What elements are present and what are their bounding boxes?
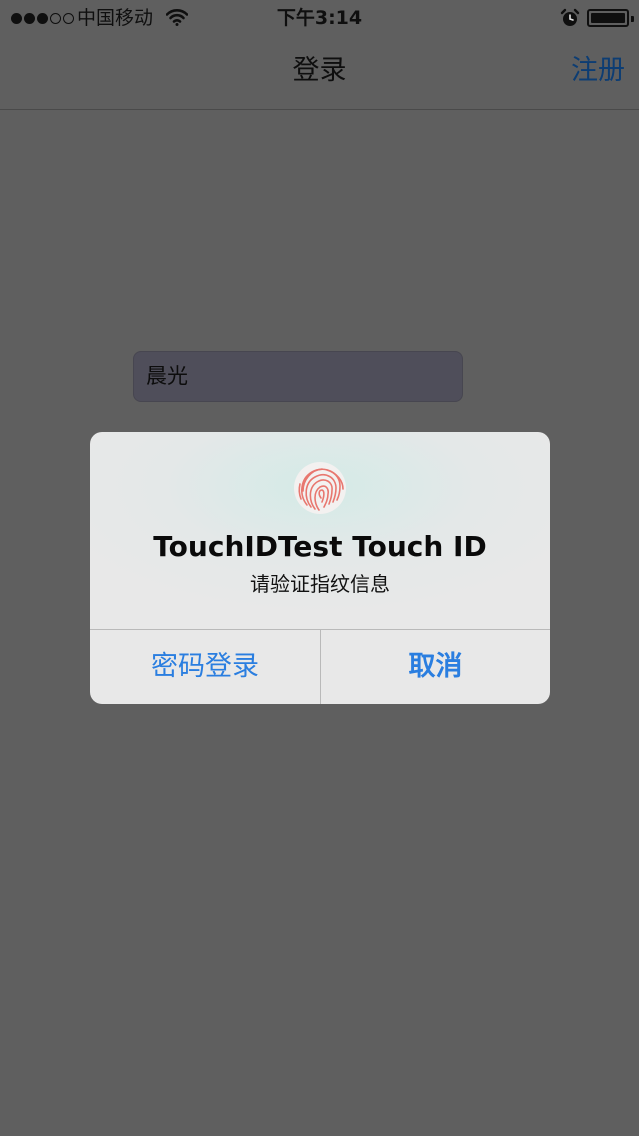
cancel-button[interactable]: 取消 xyxy=(321,630,550,704)
touch-id-alert: TouchIDTest Touch ID 请验证指纹信息 密码登录 取消 xyxy=(90,432,550,704)
navigation-bar: 登录 注册 xyxy=(0,38,639,110)
alarm-clock-icon xyxy=(560,8,580,32)
alert-message: 请验证指纹信息 xyxy=(250,572,390,596)
page-title: 登录 xyxy=(292,55,347,86)
fingerprint-icon xyxy=(294,462,346,514)
register-button[interactable]: 注册 xyxy=(571,54,625,88)
battery-level xyxy=(591,13,625,23)
alert-title: TouchIDTest Touch ID xyxy=(153,530,487,563)
password-login-button[interactable]: 密码登录 xyxy=(90,630,320,704)
status-bar: 中国移动 下午3:14 xyxy=(0,0,639,38)
battery-icon xyxy=(587,9,634,27)
username-field[interactable]: 晨光 xyxy=(133,351,463,402)
battery-terminal xyxy=(631,16,634,22)
status-time: 下午3:14 xyxy=(276,7,363,29)
